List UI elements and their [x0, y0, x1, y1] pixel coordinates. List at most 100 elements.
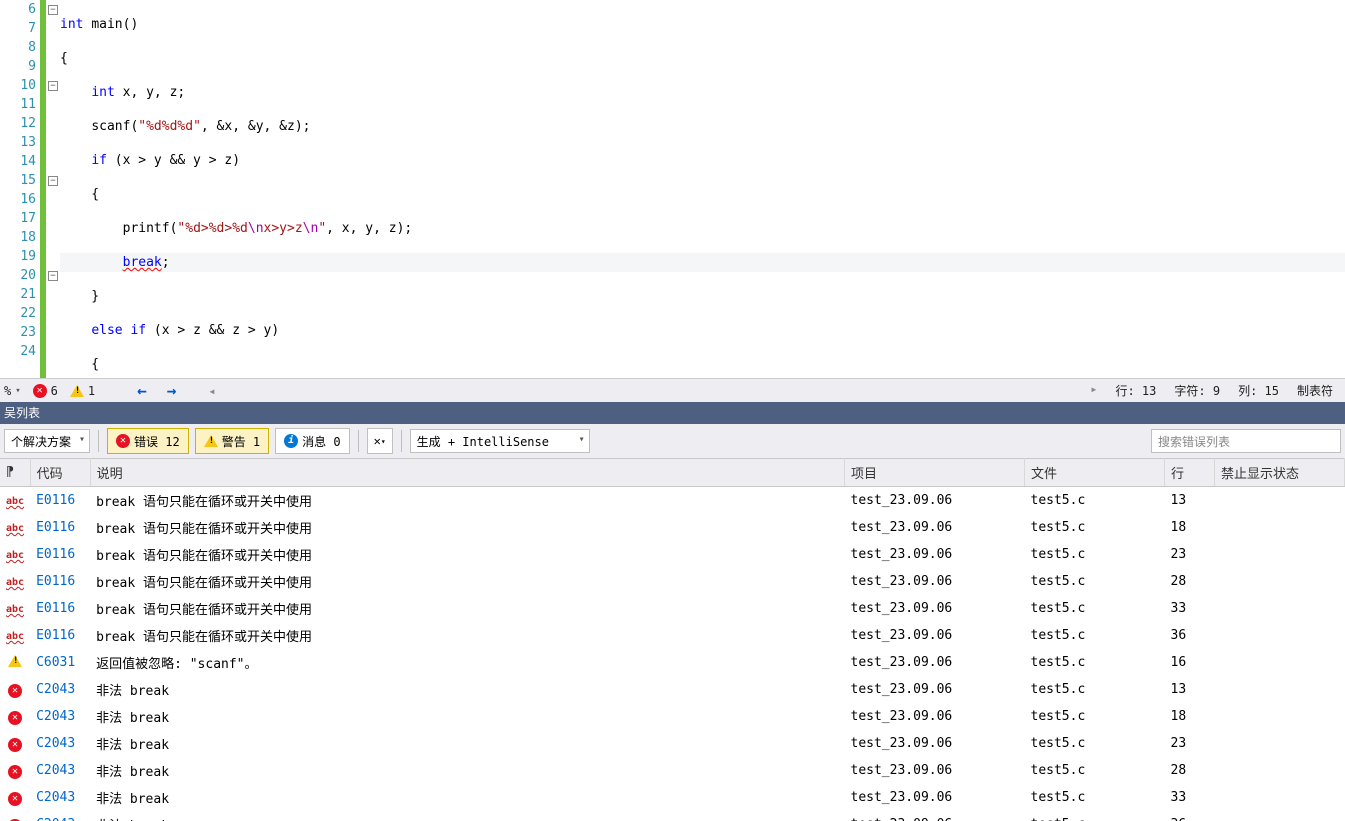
error-file: test5.c — [1025, 541, 1165, 568]
zoom-dropdown[interactable]: % ▾ — [4, 384, 21, 398]
error-line: 13 — [1165, 676, 1215, 703]
error-code-link[interactable]: E0116 — [36, 520, 75, 535]
warnings-filter-button[interactable]: 警告 1 — [195, 428, 269, 454]
error-row[interactable]: abcE0116break 语句只能在循环或开关中使用test_23.09.06… — [0, 568, 1345, 595]
header-code[interactable]: 代码 — [30, 459, 90, 487]
error-code-link[interactable]: E0116 — [36, 601, 75, 616]
line-number-gutter: 6789101112131415161718192021222324 — [0, 0, 40, 378]
error-row[interactable]: ✕C2043非法 breaktest_23.09.06test5.c13 — [0, 676, 1345, 703]
error-row[interactable]: abcE0116break 语句只能在循环或开关中使用test_23.09.06… — [0, 514, 1345, 541]
error-code-link[interactable]: E0116 — [36, 574, 75, 589]
intellisense-icon: abc — [6, 550, 24, 561]
error-row[interactable]: abcE0116break 语句只能在循环或开关中使用test_23.09.06… — [0, 595, 1345, 622]
error-description: 非法 break — [90, 757, 844, 784]
header-description[interactable]: 说明 — [90, 459, 844, 487]
grid-header-row[interactable]: ⁋ 代码 说明 项目 文件 行 禁止显示状态 — [0, 459, 1345, 487]
error-code-link[interactable]: E0116 — [36, 493, 75, 508]
error-line: 13 — [1165, 487, 1215, 515]
error-description: 非法 break — [90, 676, 844, 703]
error-project: test_23.09.06 — [845, 649, 1025, 676]
error-icon: ✕ — [8, 738, 22, 752]
header-line[interactable]: 行 — [1165, 459, 1215, 487]
error-file: test5.c — [1025, 784, 1165, 811]
error-row[interactable]: ✕C2043非法 breaktest_23.09.06test5.c33 — [0, 784, 1345, 811]
nav-forward-button[interactable]: → — [167, 381, 177, 400]
scroll-left-icon[interactable]: ◂ — [208, 384, 215, 398]
error-code-link[interactable]: E0116 — [36, 628, 75, 643]
error-icon: ✕ — [8, 765, 22, 779]
error-suppress — [1215, 649, 1345, 676]
error-description: 返回值被忽略: "scanf"。 — [90, 649, 844, 676]
error-code-link[interactable]: C2043 — [36, 709, 75, 724]
error-file: test5.c — [1025, 703, 1165, 730]
error-project: test_23.09.06 — [845, 595, 1025, 622]
error-row[interactable]: abcE0116break 语句只能在循环或开关中使用test_23.09.06… — [0, 622, 1345, 649]
header-suppress[interactable]: 禁止显示状态 — [1215, 459, 1345, 487]
scope-dropdown[interactable]: 个解决方案 — [4, 429, 90, 453]
error-file: test5.c — [1025, 811, 1165, 821]
error-suppress — [1215, 595, 1345, 622]
error-file: test5.c — [1025, 757, 1165, 784]
error-project: test_23.09.06 — [845, 487, 1025, 515]
header-project[interactable]: 项目 — [845, 459, 1025, 487]
error-icon: ✕ — [8, 792, 22, 806]
error-list-grid[interactable]: ⁋ 代码 说明 项目 文件 行 禁止显示状态 abc E0116 break 语句只… — [0, 458, 1345, 821]
build-intellisense-dropdown[interactable]: 生成 + IntelliSense — [410, 429, 590, 453]
error-description: break 语句只能在循环或开关中使用 — [90, 514, 844, 541]
error-row[interactable]: abcE0116break 语句只能在循环或开关中使用test_23.09.06… — [0, 487, 1345, 515]
error-description: 非法 break — [90, 811, 844, 821]
error-line: 16 — [1165, 649, 1215, 676]
error-line: 18 — [1165, 514, 1215, 541]
error-row[interactable]: ✕C2043非法 breaktest_23.09.06test5.c18 — [0, 703, 1345, 730]
intellisense-icon: abc — [6, 631, 24, 642]
fold-gutter[interactable]: − − − − — [46, 0, 60, 378]
error-line: 18 — [1165, 703, 1215, 730]
error-project: test_23.09.06 — [845, 811, 1025, 821]
error-row[interactable]: C6031 返回值被忽略: "scanf"。test_23.09.06test5.… — [0, 649, 1345, 676]
error-code-link[interactable]: C2043 — [36, 736, 75, 751]
error-project: test_23.09.06 — [845, 703, 1025, 730]
error-suppress — [1215, 784, 1345, 811]
intellisense-icon: abc — [6, 523, 24, 534]
error-description: 非法 break — [90, 703, 844, 730]
error-code-link[interactable]: C6031 — [36, 655, 75, 670]
error-description: break 语句只能在循环或开关中使用 — [90, 541, 844, 568]
error-line: 33 — [1165, 784, 1215, 811]
error-file: test5.c — [1025, 649, 1165, 676]
error-file: test5.c — [1025, 514, 1165, 541]
nav-back-button[interactable]: ← — [137, 381, 147, 400]
header-file[interactable]: 文件 — [1025, 459, 1165, 487]
code-text[interactable]: int main() { int x, y, z; scanf("%d%d%d"… — [60, 0, 1345, 378]
error-row[interactable]: ✕C2043非法 breaktest_23.09.06test5.c36 — [0, 811, 1345, 821]
error-list-toolbar: 个解决方案 ✕错误 12 警告 1 i消息 0 ✕▾ 生成 + IntelliS… — [0, 424, 1345, 458]
error-description: 非法 break — [90, 730, 844, 757]
indent-mode-label: 制表符 — [1297, 382, 1333, 399]
error-code-link[interactable]: C2043 — [36, 790, 75, 805]
messages-filter-button[interactable]: i消息 0 — [275, 428, 349, 454]
code-editor[interactable]: 6789101112131415161718192021222324 − − −… — [0, 0, 1345, 378]
filter-button[interactable]: ✕▾ — [367, 428, 393, 454]
error-code-link[interactable]: C2043 — [36, 817, 75, 821]
error-code-link[interactable]: C2043 — [36, 763, 75, 778]
error-count[interactable]: ✕6 — [33, 384, 58, 398]
warning-count[interactable]: 1 — [70, 384, 95, 398]
header-severity[interactable]: ⁋ — [0, 459, 30, 487]
search-error-list-input[interactable]: 搜索错误列表 — [1151, 429, 1341, 453]
error-code-link[interactable]: C2043 — [36, 682, 75, 697]
scroll-right-icon[interactable]: ▸ — [1090, 382, 1097, 399]
error-list-panel-title: 吴列表 — [0, 402, 1345, 424]
error-file: test5.c — [1025, 730, 1165, 757]
intellisense-icon: abc — [6, 577, 24, 588]
errors-filter-button[interactable]: ✕错误 12 — [107, 428, 189, 454]
error-row[interactable]: ✕C2043非法 breaktest_23.09.06test5.c28 — [0, 757, 1345, 784]
error-project: test_23.09.06 — [845, 541, 1025, 568]
error-icon: ✕ — [8, 684, 22, 698]
error-row[interactable]: ✕C2043非法 breaktest_23.09.06test5.c23 — [0, 730, 1345, 757]
warning-icon — [70, 385, 84, 397]
error-project: test_23.09.06 — [845, 622, 1025, 649]
warning-icon — [204, 435, 218, 447]
error-suppress — [1215, 541, 1345, 568]
error-code-link[interactable]: E0116 — [36, 547, 75, 562]
error-row[interactable]: abc E0116 break 语句只能在循环或开关中使用test_23.09.06… — [0, 541, 1345, 568]
error-description: break 语句只能在循环或开关中使用 — [90, 595, 844, 622]
